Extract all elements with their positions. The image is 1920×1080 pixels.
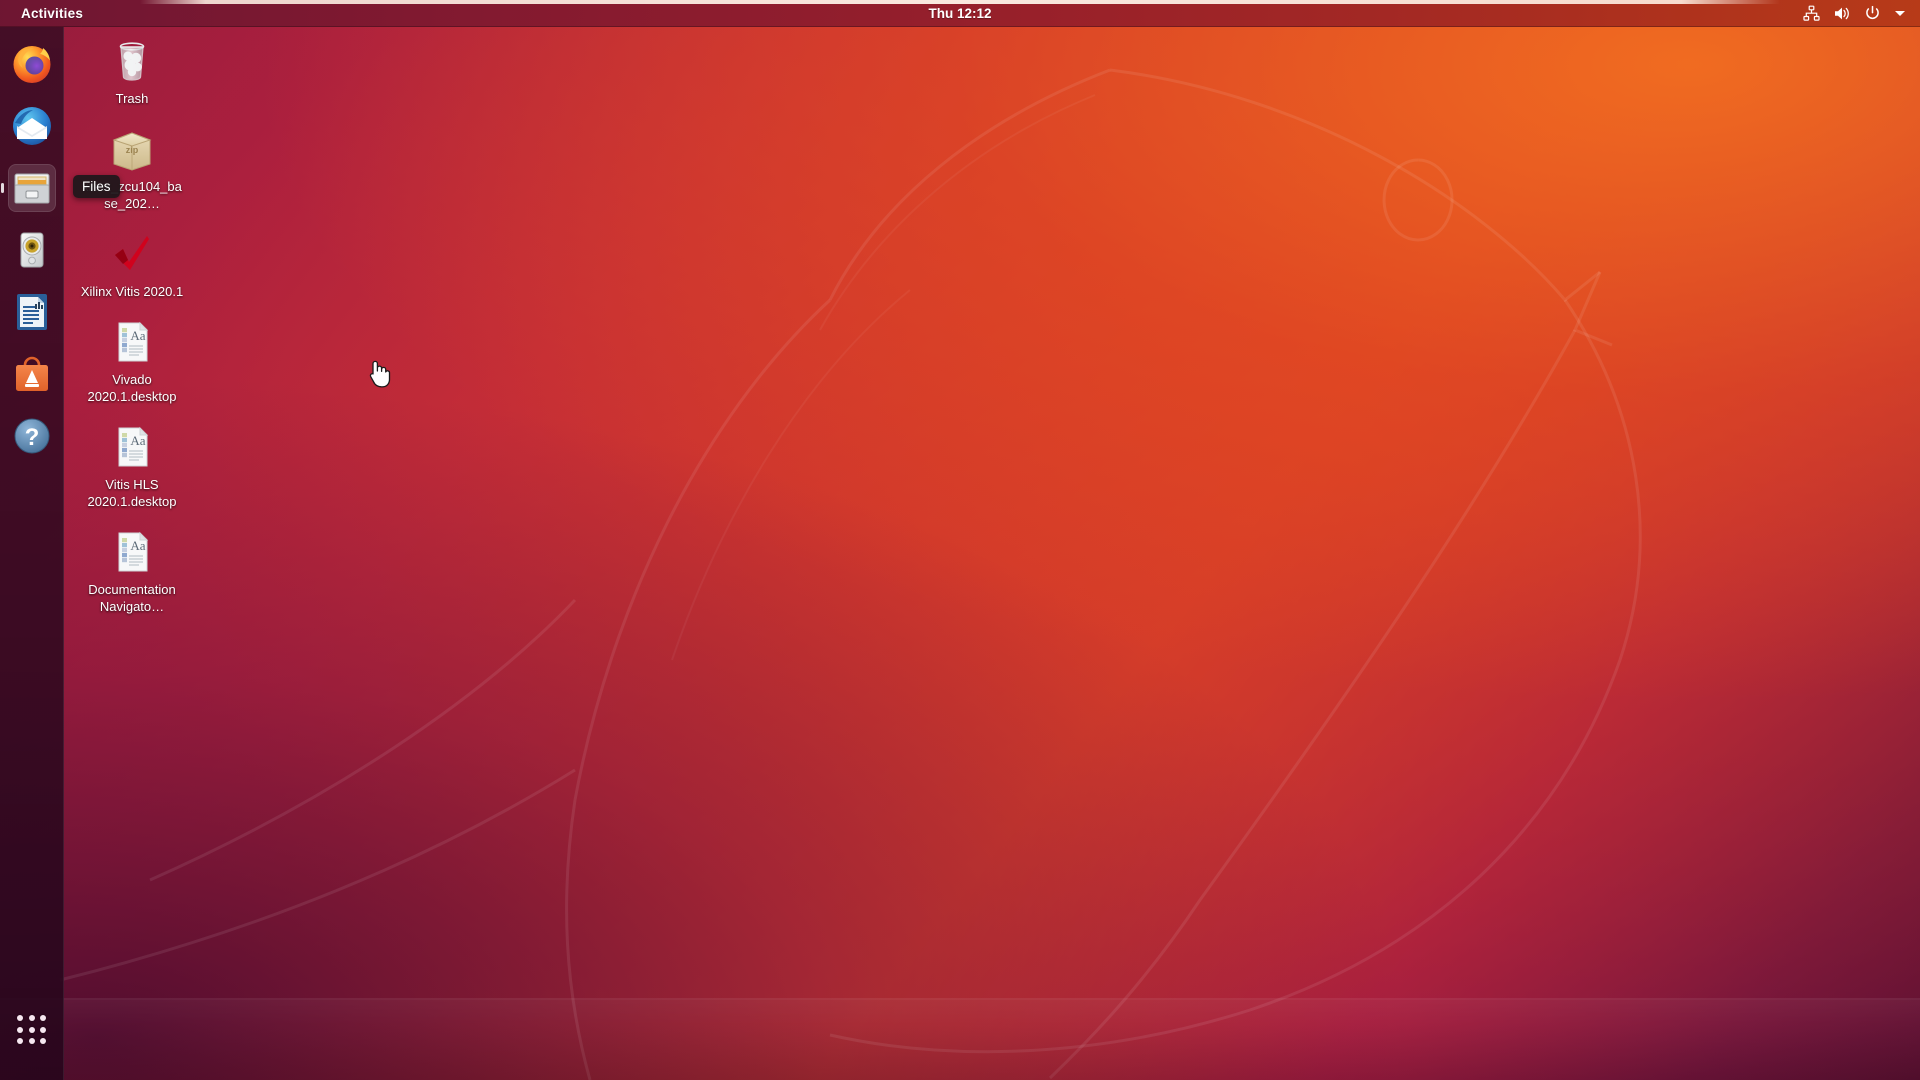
svg-text:Aa: Aa	[130, 433, 145, 448]
text-file-icon: Aa	[107, 422, 157, 472]
desktop-icon-xilinx-vitis[interactable]: Xilinx Vitis 2020.1	[78, 225, 186, 303]
app-grid-icon	[17, 1015, 47, 1045]
dock: ?	[0, 27, 64, 1080]
mouse-cursor	[366, 358, 392, 393]
firefox-icon	[8, 40, 56, 88]
system-status-menu[interactable]	[1797, 3, 1912, 24]
volume-icon[interactable]	[1833, 5, 1851, 22]
chevron-down-icon[interactable]	[1894, 9, 1906, 18]
activities-button[interactable]: Activities	[12, 3, 92, 24]
wallpaper-artwork	[59, 68, 1642, 1080]
wallpaper-band-line	[0, 998, 1920, 1000]
libreoffice-writer-icon	[8, 288, 56, 336]
thunderbird-icon	[8, 102, 56, 150]
desktop-icon-xilinx-zcu104-zip[interactable]: zip xilinx_zcu104_base_202…	[78, 120, 186, 215]
wallpaper-bottom-band	[0, 1000, 1920, 1080]
files-icon	[8, 164, 56, 212]
dock-item-thunderbird[interactable]	[0, 95, 64, 157]
svg-text:?: ?	[25, 424, 40, 451]
svg-text:Aa: Aa	[130, 538, 145, 553]
dock-item-help[interactable]: ?	[0, 405, 64, 467]
desktop-background[interactable]: Trash zip xilinx_zcu104_base_202… Xilinx…	[0, 0, 1920, 1080]
power-icon[interactable]	[1864, 5, 1881, 22]
desktop-icon-documentation-navigator[interactable]: Aa Documentation Navigato…	[78, 523, 186, 618]
dock-item-libreoffice-writer[interactable]	[0, 281, 64, 343]
ubuntu-software-icon	[8, 350, 56, 398]
desktop-icon-label: Vivado 2020.1.desktop	[87, 372, 177, 404]
svg-text:zip: zip	[126, 145, 139, 155]
dock-item-ubuntu-software[interactable]	[0, 343, 64, 405]
svg-text:Aa: Aa	[130, 328, 145, 343]
desktop-icon-trash[interactable]: Trash	[78, 32, 186, 110]
help-icon: ?	[8, 412, 56, 460]
text-file-icon: Aa	[107, 527, 157, 577]
desktop-icon-label: Xilinx Vitis 2020.1	[80, 284, 184, 299]
text-file-icon: Aa	[107, 317, 157, 367]
desktop-icon-vivado-desktop[interactable]: Aa Vivado 2020.1.desktop	[78, 313, 186, 408]
desktop-icon-label: xilinx_zcu104_base_202…	[82, 179, 182, 211]
clock-datetime[interactable]: Thu 12:12	[920, 3, 999, 24]
dock-item-files[interactable]	[0, 157, 64, 219]
desktop-icon-grid: Trash zip xilinx_zcu104_base_202… Xilinx…	[78, 32, 198, 628]
desktop-icon-vitis-hls-desktop[interactable]: Aa Vitis HLS 2020.1.desktop	[78, 418, 186, 513]
dock-item-firefox[interactable]	[0, 33, 64, 95]
vitis-icon	[107, 229, 157, 279]
network-wired-icon[interactable]	[1803, 5, 1820, 22]
dock-item-list: ?	[0, 27, 64, 467]
desktop-icon-label: Documentation Navigato…	[88, 582, 176, 614]
top-panel-highlight	[140, 0, 1780, 4]
desktop-icon-label: Vitis HLS 2020.1.desktop	[87, 477, 177, 509]
show-applications-button[interactable]	[0, 1002, 64, 1058]
dock-item-rhythmbox[interactable]	[0, 219, 64, 281]
desktop-icon-label: Trash	[115, 91, 149, 106]
trash-icon	[107, 36, 157, 86]
rhythmbox-icon	[8, 226, 56, 274]
top-panel: Activities Thu 12:12	[0, 0, 1920, 27]
zip-archive-icon: zip	[107, 124, 157, 174]
